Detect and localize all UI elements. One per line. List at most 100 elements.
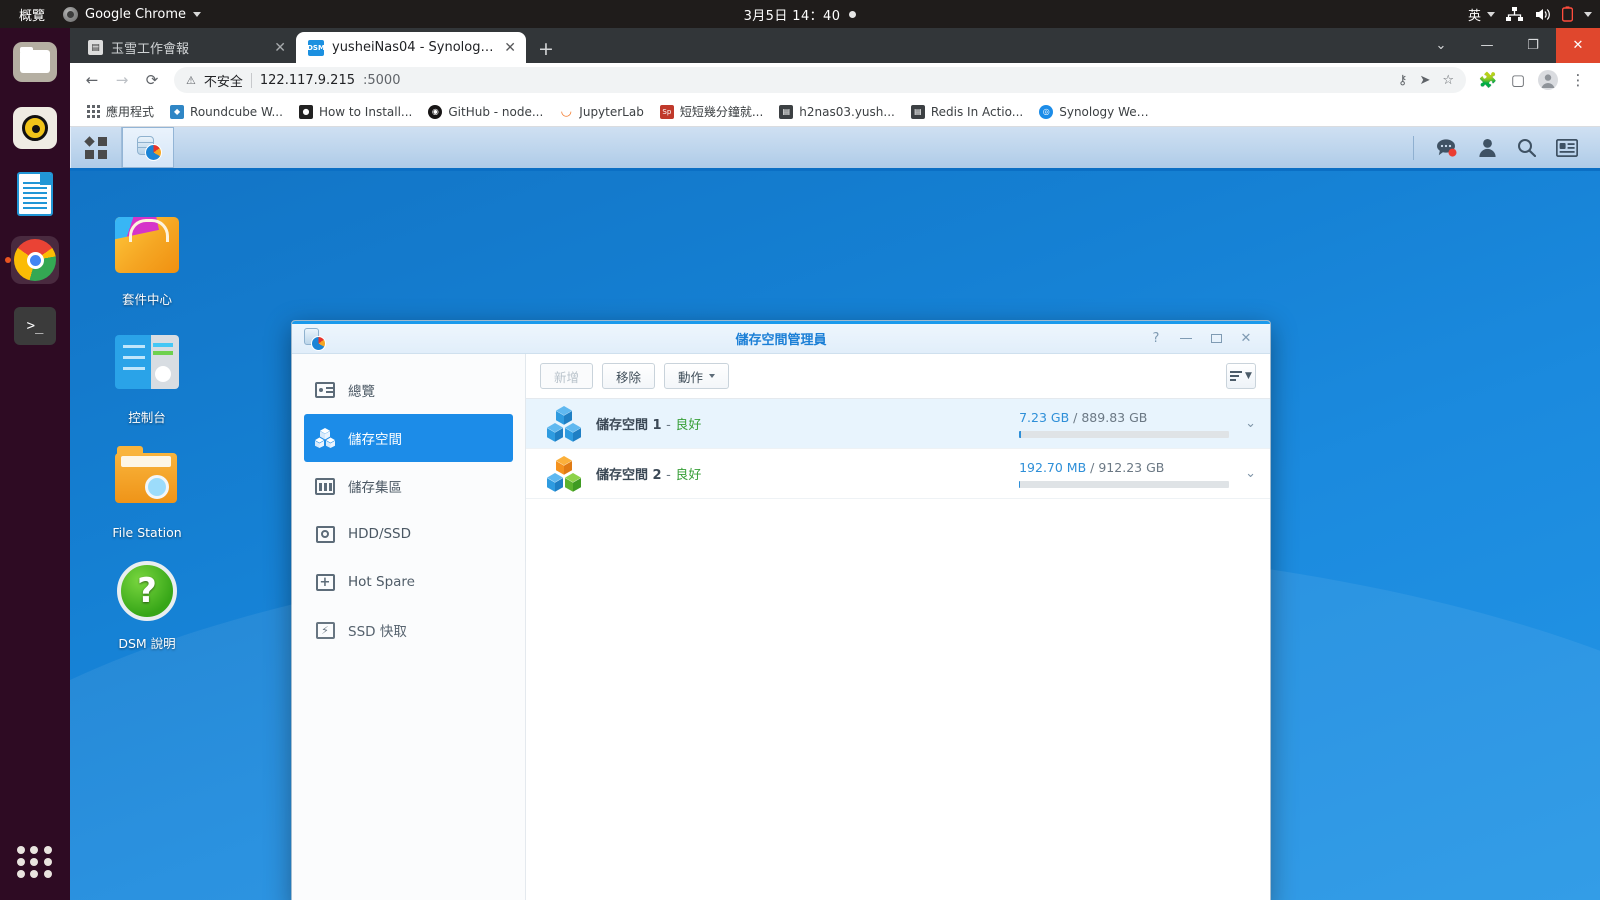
user-icon[interactable]: [1478, 138, 1497, 157]
sidebar-item-overview[interactable]: 總覽: [304, 366, 513, 414]
remove-button[interactable]: 移除: [602, 363, 656, 389]
desktop-icon-label: DSM 說明: [118, 636, 176, 651]
star-icon[interactable]: ☆: [1442, 73, 1454, 88]
dsm-taskbar-item-storage-manager[interactable]: [122, 127, 174, 168]
desktop-icon-label: 套件中心: [121, 292, 172, 307]
sidebar-item-storage-pool[interactable]: 儲存集區: [304, 462, 513, 510]
sidebar-item-hdd-ssd[interactable]: HDD/SSD: [304, 510, 513, 558]
close-button[interactable]: ✕: [1556, 28, 1600, 63]
table-row[interactable]: 儲存空間 1 - 良好 7.23 GB / 889.83 GB ⌄: [526, 399, 1270, 449]
dock-item-terminal[interactable]: >_: [11, 302, 59, 350]
tab-close-icon[interactable]: ✕: [274, 41, 286, 55]
bookmark-sp[interactable]: Sp 短短幾分鐘就...: [653, 100, 770, 123]
chevron-down-icon[interactable]: ⌄: [1245, 416, 1256, 431]
sidebar-item-volume[interactable]: 儲存空間: [304, 414, 513, 462]
maximize-button[interactable]: ❐: [1510, 28, 1556, 63]
input-method-indicator[interactable]: 英: [1468, 5, 1495, 24]
address-bar[interactable]: ⚠ 不安全 122.117.9.215:5000 ⚷ ➤ ☆: [174, 67, 1466, 93]
action-button-label: 動作: [678, 369, 704, 385]
bookmark-roundcube[interactable]: ◆ Roundcube W...: [163, 102, 290, 122]
extensions-icon[interactable]: 🧩: [1474, 66, 1502, 94]
bookmark-synology[interactable]: ◎ Synology Web...: [1032, 102, 1162, 122]
send-icon[interactable]: ➤: [1419, 73, 1430, 88]
back-button[interactable]: ←: [78, 66, 106, 94]
recording-indicator-icon: [849, 10, 857, 18]
sidebar-item-hot-spare[interactable]: + Hot Spare: [304, 558, 513, 606]
sidebar-item-label: 儲存集區: [348, 480, 402, 496]
profile-icon[interactable]: [1534, 66, 1562, 94]
bookmark-label: GitHub - node...: [448, 104, 544, 119]
book-icon: ▤: [910, 104, 925, 119]
dock-item-libreoffice[interactable]: [11, 170, 59, 218]
window-titlebar[interactable]: 儲存空間管理員 ? ✕: [292, 321, 1270, 354]
chevron-down-icon: [192, 11, 201, 17]
widgets-icon[interactable]: [1556, 138, 1578, 157]
bookmark-label: Synology Web...: [1059, 104, 1156, 119]
system-indicators[interactable]: 英: [1468, 0, 1592, 28]
sidebar-item-ssd-cache[interactable]: ⚡ SSD 快取: [304, 606, 513, 654]
bookmarks-bar: 應用程式 ◆ Roundcube W... ● How to Install..…: [70, 97, 1600, 127]
dock-item-chrome[interactable]: [5, 236, 59, 284]
volume-dash: -: [666, 418, 671, 433]
hot-spare-icon: +: [314, 571, 336, 593]
volume-number: 1: [652, 418, 662, 433]
show-applications-button[interactable]: [17, 844, 53, 880]
activities-button[interactable]: 概覽: [10, 0, 54, 28]
desktop-icon-dsm-help[interactable]: ? DSM 說明: [87, 559, 207, 652]
chevron-down-icon[interactable]: [1584, 11, 1592, 17]
volume-usage-text: 192.70 MB / 912.23 GB: [1019, 460, 1229, 475]
dock-item-files[interactable]: [11, 38, 59, 86]
bookmark-label: JupyterLab: [579, 104, 644, 119]
main-menu-icon: [84, 135, 107, 159]
volume-icon[interactable]: [1534, 7, 1551, 22]
sort-button[interactable]: ▼: [1226, 363, 1256, 389]
bookmark-github[interactable]: ◉ GitHub - node...: [421, 102, 550, 122]
bookmark-h2nas03[interactable]: ▤ h2nas03.yush...: [772, 102, 902, 122]
tab-close-icon[interactable]: ✕: [504, 41, 516, 55]
bookmark-redis[interactable]: ▤ Redis In Actio...: [904, 102, 1030, 122]
network-icon[interactable]: [1506, 6, 1523, 22]
desktop-icon-file-station[interactable]: File Station: [87, 445, 207, 540]
content-toolbar: 新增 移除 動作 ▼: [526, 354, 1270, 398]
volume-usage-block: 7.23 GB / 889.83 GB: [1019, 410, 1230, 438]
app-menu-button[interactable]: Google Chrome: [54, 0, 210, 28]
jupyter-icon: ◡: [559, 104, 574, 119]
files-icon: [13, 42, 57, 82]
volume-progress-fill: [1019, 480, 1020, 488]
action-button[interactable]: 動作: [664, 363, 730, 389]
tab-list-button[interactable]: ⌄: [1418, 28, 1464, 63]
ubuntu-dock: >_: [0, 28, 70, 900]
bookmark-jupyterlab[interactable]: ◡ JupyterLab: [552, 102, 651, 122]
volume-cubes-color-icon: [544, 454, 584, 494]
forward-button[interactable]: →: [108, 66, 136, 94]
desktop-icon-control-panel[interactable]: 控制台: [87, 329, 207, 426]
sidepanel-icon[interactable]: ▢: [1504, 66, 1532, 94]
browser-toolbar: ← → ⟳ ⚠ 不安全 122.117.9.215:5000 ⚷ ➤ ☆ 🧩 ▢…: [70, 63, 1600, 97]
volume-cubes-blue-icon: [544, 404, 584, 444]
book-icon: ▤: [88, 40, 103, 55]
dsm-main-menu-button[interactable]: [70, 127, 122, 168]
chevron-down-icon[interactable]: ⌄: [1245, 466, 1256, 481]
browser-tab-2[interactable]: DSM yusheiNas04 - Synology D ✕: [296, 32, 526, 63]
desktop-icon-package-center[interactable]: 套件中心: [87, 212, 207, 308]
sort-arrow-icon: ▼: [1245, 370, 1252, 381]
dock-item-rhythmbox[interactable]: [11, 104, 59, 152]
search-icon[interactable]: [1517, 138, 1536, 157]
bookmark-apps[interactable]: 應用程式: [80, 100, 161, 123]
table-row[interactable]: 儲存空間 2 - 良好 192.70 MB / 912.23 GB ⌄: [526, 449, 1270, 499]
desktop-icon-label: File Station: [112, 525, 182, 540]
battery-icon[interactable]: [1562, 6, 1573, 22]
bookmark-howtoinstall[interactable]: ● How to Install...: [292, 102, 419, 122]
browser-tab-1[interactable]: ▤ 玉雪工作會報 ✕: [76, 32, 296, 63]
create-button[interactable]: 新增: [540, 363, 594, 389]
bookmark-label: h2nas03.yush...: [799, 104, 895, 119]
key-icon[interactable]: ⚷: [1398, 73, 1408, 88]
new-tab-button[interactable]: +: [532, 35, 560, 63]
storage-manager-sidebar: 總覽 儲存空間 儲存集區 HDD/SSD + Hot Spare ⚡ SSD 快…: [292, 354, 526, 900]
minimize-button[interactable]: —: [1464, 28, 1510, 63]
notifications-icon[interactable]: [1436, 138, 1458, 157]
clock-button[interactable]: 3月5日 14：40: [670, 5, 930, 24]
reload-button[interactable]: ⟳: [138, 66, 166, 94]
menu-icon[interactable]: ⋮: [1564, 66, 1592, 94]
volume-icon: [314, 427, 336, 449]
